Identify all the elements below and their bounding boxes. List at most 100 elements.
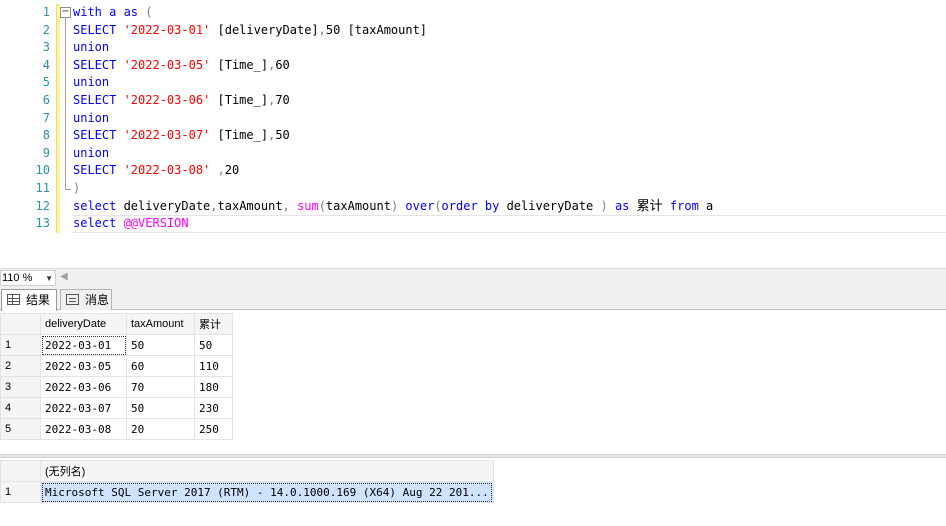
grid-header-row: deliveryDate taxAmount 累计: [0, 313, 233, 335]
code-token: as: [123, 5, 139, 19]
table-row[interactable]: 4 2022-03-07 50 230: [0, 397, 233, 419]
grid-cell[interactable]: 180: [194, 376, 233, 398]
code-line[interactable]: SELECT '2022-03-06' [Time_],70: [73, 92, 713, 110]
tab-messages-label: 消息: [85, 293, 110, 307]
table-row[interactable]: 1 Microsoft SQL Server 2017 (RTM) - 14.0…: [0, 481, 494, 503]
grid-cell[interactable]: 70: [126, 376, 195, 398]
code-token: @@VERSION: [123, 216, 189, 231]
row-header[interactable]: 1: [0, 334, 41, 356]
query-editor[interactable]: 1 2 3 4 5 6 7 8 9 10 11 12 13 − with a as (SELECT '2…: [0, 0, 946, 268]
line-number: 11: [35, 180, 50, 195]
code-token: order by: [441, 198, 507, 213]
grid-cell[interactable]: 50: [194, 334, 233, 356]
line-number: 4: [42, 57, 50, 72]
code-token: SELECT: [73, 163, 124, 178]
row-header[interactable]: 2: [0, 355, 41, 377]
zoom-select[interactable]: 110 % ▼: [0, 270, 56, 286]
chevron-down-icon[interactable]: ▼: [45, 272, 53, 286]
grid-header-row: (无列名): [0, 460, 494, 482]
code-token: union: [73, 75, 110, 90]
grid-cell[interactable]: 110: [194, 355, 233, 377]
grid-cell[interactable]: 60: [126, 355, 195, 377]
editor-status-bar: 110 % ▼ ◀: [0, 268, 946, 286]
line-number: 2: [42, 22, 50, 37]
row-header[interactable]: 3: [0, 376, 41, 398]
code-token: ,: [318, 22, 326, 37]
scroll-left-icon[interactable]: ◀: [60, 271, 68, 282]
code-token: [Time_]: [210, 92, 269, 107]
table-row[interactable]: 5 2022-03-08 20 250: [0, 418, 233, 440]
code-token: as: [614, 198, 637, 213]
code-token: (: [145, 5, 153, 19]
table-row[interactable]: 3 2022-03-06 70 180: [0, 376, 233, 398]
grid-cell[interactable]: 20: [126, 418, 195, 440]
code-token: '2022-03-08': [123, 163, 211, 178]
column-header-taxamount[interactable]: taxAmount: [126, 313, 195, 335]
grid-cell[interactable]: 2022-03-01: [40, 334, 127, 356]
result-splitter[interactable]: [0, 454, 946, 458]
code-line[interactable]: SELECT '2022-03-05' [Time_],60: [73, 57, 713, 75]
code-line[interactable]: union: [73, 110, 713, 128]
code-token: '2022-03-01': [123, 22, 211, 37]
result-grid-1[interactable]: deliveryDate taxAmount 累计 1 2022-03-01 5…: [0, 313, 233, 440]
grid-cell[interactable]: 2022-03-05: [40, 355, 127, 377]
code-line[interactable]: SELECT '2022-03-08' ,20: [73, 162, 713, 180]
column-header-no-column-name[interactable]: (无列名): [40, 460, 494, 482]
row-header[interactable]: 5: [0, 418, 41, 440]
tab-results[interactable]: 结果: [1, 289, 57, 311]
code-token: 累计: [636, 198, 663, 214]
code-token: a: [706, 198, 714, 213]
line-number: 5: [42, 75, 50, 90]
code-line[interactable]: union: [73, 145, 713, 163]
code-line[interactable]: SELECT '2022-03-07' [Time_],50: [73, 127, 713, 145]
code-area[interactable]: with a as (SELECT '2022-03-01' [delivery…: [73, 4, 713, 233]
grid-cell[interactable]: 2022-03-08: [40, 418, 127, 440]
code-token: '2022-03-06': [123, 92, 211, 107]
code-line[interactable]: select @@VERSION: [73, 215, 713, 233]
row-header[interactable]: 1: [0, 481, 41, 503]
code-token: over: [405, 198, 435, 213]
code-line[interactable]: SELECT '2022-03-01' [deliveryDate],50 [t…: [73, 22, 713, 40]
grid-cell[interactable]: 50: [126, 334, 195, 356]
fold-guide-end: [65, 189, 71, 190]
code-line[interactable]: union: [73, 74, 713, 92]
code-token: with a: [73, 5, 124, 19]
grid-cell[interactable]: 2022-03-07: [40, 397, 127, 419]
line-number: 7: [42, 110, 50, 125]
results-tab-strip: 结果 消息: [0, 286, 946, 311]
code-line[interactable]: with a as (: [73, 4, 713, 22]
table-row[interactable]: 2 2022-03-05 60 110: [0, 355, 233, 377]
code-token: union: [73, 110, 110, 125]
code-token: select: [73, 216, 124, 231]
code-token: 70: [275, 92, 290, 107]
table-row[interactable]: 1 2022-03-01 50 50: [0, 334, 233, 356]
code-token: ,: [210, 198, 218, 213]
code-token: 20: [224, 163, 240, 178]
grid-cell[interactable]: 250: [194, 418, 233, 440]
grid-corner[interactable]: [0, 313, 41, 335]
grid-icon: [7, 294, 20, 305]
line-number: 10: [35, 163, 50, 178]
line-number: 6: [42, 92, 50, 107]
column-header-deliverydate[interactable]: deliveryDate: [40, 313, 127, 335]
grid-cell[interactable]: 50: [126, 397, 195, 419]
grid-cell-version[interactable]: Microsoft SQL Server 2017 (RTM) - 14.0.1…: [40, 481, 494, 503]
code-line[interactable]: union: [73, 39, 713, 57]
code-line[interactable]: select deliveryDate,taxAmount, sum(taxAm…: [73, 198, 713, 216]
tab-messages[interactable]: 消息: [60, 289, 112, 310]
code-line[interactable]: ): [73, 180, 713, 198]
collapse-icon[interactable]: −: [60, 7, 71, 18]
code-token: taxAmount: [325, 198, 391, 213]
code-token: select: [73, 198, 124, 213]
grid-cell[interactable]: 230: [194, 397, 233, 419]
row-header[interactable]: 4: [0, 397, 41, 419]
code-token: '2022-03-07': [123, 128, 211, 143]
grid-corner[interactable]: [0, 460, 41, 482]
code-token: SELECT: [73, 128, 124, 143]
result-grid-2[interactable]: (无列名) 1 Microsoft SQL Server 2017 (RTM) …: [0, 460, 494, 503]
line-number: 9: [42, 145, 50, 160]
column-header-cumulative[interactable]: 累计: [194, 313, 233, 335]
code-token: (: [434, 198, 442, 213]
grid-cell[interactable]: 2022-03-06: [40, 376, 127, 398]
